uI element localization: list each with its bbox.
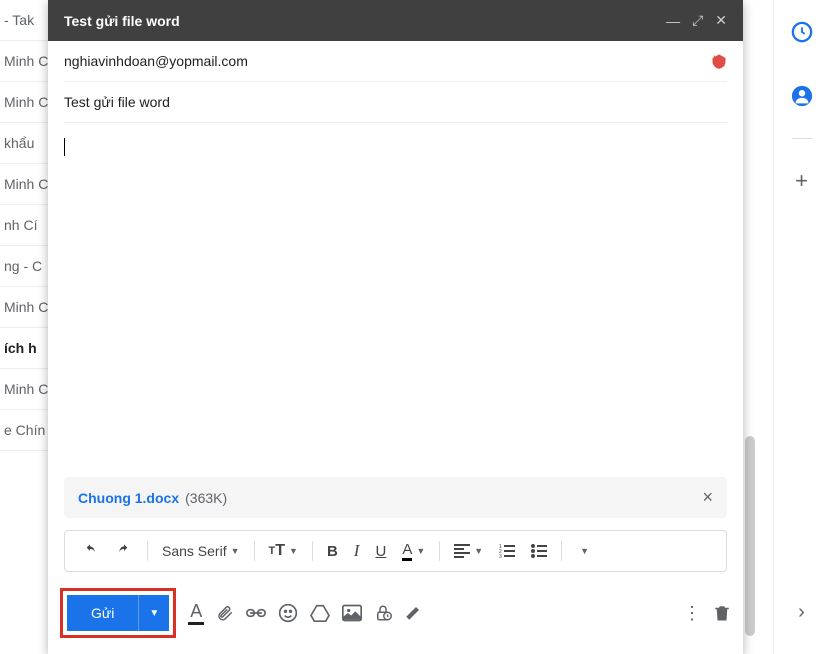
insert-signature-icon[interactable] — [404, 603, 422, 623]
list-item[interactable]: ng - C — [0, 246, 48, 287]
remove-attachment-icon[interactable]: × — [702, 487, 713, 508]
numbered-list-icon[interactable]: 123 — [493, 540, 521, 562]
confidential-toggle-icon[interactable] — [374, 603, 392, 623]
bold-icon[interactable]: B — [321, 539, 344, 564]
underline-icon[interactable]: U — [369, 539, 392, 564]
minimize-icon[interactable]: — — [666, 13, 680, 29]
italic-icon[interactable]: I — [348, 537, 366, 565]
attachment-name: Chuong 1.docx — [78, 490, 179, 506]
compose-title: Test gửi file word — [64, 13, 654, 29]
align-icon[interactable]: ▼ — [448, 540, 489, 562]
add-icon[interactable]: + — [782, 161, 822, 201]
format-toolbar: Sans Serif▼ TT▼ B I U A▼ ▼ 123 ▼ — [64, 530, 727, 572]
more-options-icon[interactable]: ⋮ — [683, 603, 701, 624]
insert-link-icon[interactable] — [246, 607, 266, 619]
text-cursor — [64, 138, 65, 156]
send-options-dropdown[interactable]: ▼ — [138, 595, 169, 631]
subject-input[interactable] — [64, 94, 727, 110]
scrollbar[interactable] — [745, 436, 755, 636]
contacts-icon[interactable] — [782, 76, 822, 116]
app-icon[interactable] — [782, 12, 822, 52]
undo-icon[interactable] — [75, 539, 105, 563]
list-item[interactable]: ích h — [0, 328, 48, 369]
svg-text:3: 3 — [499, 554, 502, 558]
to-field-row[interactable]: nghiavinhdoan@yopmail.com — [64, 41, 727, 82]
recipient-text: nghiavinhdoan@yopmail.com — [64, 53, 711, 69]
font-selector[interactable]: Sans Serif▼ — [156, 539, 246, 563]
discard-draft-icon[interactable] — [713, 603, 731, 623]
bullet-list-icon[interactable] — [525, 540, 553, 562]
list-item[interactable]: khẩu — [0, 123, 48, 164]
compose-window: Test gửi file word — ⤢ ✕ nghiavinhdoan@y… — [48, 0, 743, 654]
chevron-right-icon[interactable]: › — [798, 601, 805, 624]
sidebar-divider — [792, 138, 812, 139]
insert-emoji-icon[interactable] — [278, 603, 298, 623]
list-item[interactable]: nh Cí — [0, 205, 48, 246]
compose-body-editor[interactable] — [64, 123, 727, 477]
formatting-toggle-icon[interactable]: A — [188, 601, 204, 625]
insert-drive-icon[interactable] — [310, 604, 330, 622]
send-button[interactable]: Gửi — [67, 595, 138, 631]
confidential-mode-icon[interactable] — [711, 53, 727, 69]
list-item[interactable]: Minh Cí — [0, 287, 48, 328]
compose-header: Test gửi file word — ⤢ ✕ — [48, 0, 743, 41]
font-size-icon[interactable]: TT▼ — [263, 538, 304, 564]
list-item[interactable]: Minh Cí — [0, 41, 48, 82]
inbox-list-background: - Tak Minh Cí Minh Cí khẩu Minh Cí nh Cí… — [0, 0, 48, 654]
list-item[interactable]: e Chín — [0, 410, 48, 451]
attachment-chip[interactable]: Chuong 1.docx (363K) × — [64, 477, 727, 518]
right-sidebar: + › — [773, 0, 829, 654]
text-color-icon[interactable]: A▼ — [396, 537, 431, 565]
attach-file-icon[interactable] — [216, 603, 234, 623]
more-format-icon[interactable]: ▼ — [570, 542, 595, 560]
send-highlight-box: Gửi ▼ — [60, 588, 176, 638]
subject-row — [64, 82, 727, 123]
insert-photo-icon[interactable] — [342, 604, 362, 622]
list-item[interactable]: Minh Cí — [0, 164, 48, 205]
attachment-size: (363K) — [185, 490, 227, 506]
list-item[interactable]: Minh Cí — [0, 369, 48, 410]
redo-icon[interactable] — [109, 539, 139, 563]
list-item[interactable]: Minh Cí — [0, 82, 48, 123]
compose-action-bar: Gửi ▼ A ⋮ — [48, 588, 743, 654]
list-item[interactable]: - Tak — [0, 0, 48, 41]
expand-icon[interactable]: ⤢ — [692, 12, 703, 29]
close-icon[interactable]: ✕ — [715, 12, 727, 29]
